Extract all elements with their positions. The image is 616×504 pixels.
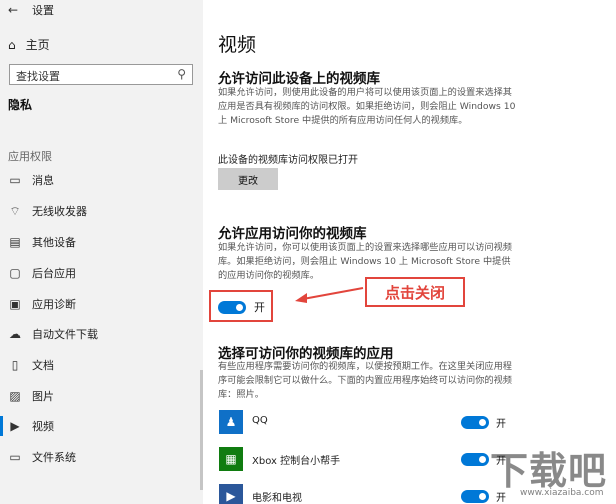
- window-title-bar: ← 设置: [8, 2, 54, 18]
- toggle-state-label: 开: [496, 419, 506, 430]
- app-toggle[interactable]: 开: [461, 415, 506, 430]
- sidebar-item-label: 图片: [32, 390, 54, 403]
- home-nav-item[interactable]: ⌂ 主页: [8, 36, 50, 53]
- main-content: 视频 允许访问此设备上的视频库 如果允许访问，则使用此设备的用户将可以使用该页面…: [203, 0, 616, 504]
- sidebar-item-videos[interactable]: ▶ 视频: [0, 416, 54, 436]
- device-access-description: 如果允许访问，则使用此设备的用户将可以使用该页面上的设置来选择其应用是否具有视频…: [218, 87, 516, 127]
- annotation-callout: 点击关闭: [365, 277, 465, 307]
- choose-apps-heading: 选择可访问你的视频库的应用: [218, 346, 394, 362]
- sidebar-item-label: 文档: [32, 359, 54, 372]
- section-label: 应用权限: [8, 150, 52, 163]
- diagnostics-icon: ▣: [9, 297, 21, 311]
- search-icon[interactable]: ⚲: [177, 67, 186, 81]
- window-title: 设置: [32, 4, 54, 17]
- cloud-download-icon: ☁: [9, 327, 21, 341]
- sidebar-item-label: 自动文件下载: [32, 328, 98, 341]
- list-item: ♟ QQ 开: [218, 410, 548, 436]
- video-icon: ▶: [10, 419, 20, 433]
- toggle-switch[interactable]: [218, 300, 246, 314]
- annotation-arrow-icon: [295, 287, 364, 303]
- file-system-icon: ▭: [9, 450, 21, 464]
- sidebar-item-label: 其他设备: [32, 236, 76, 249]
- page-title: 视频: [218, 34, 257, 56]
- sidebar-item-other-devices[interactable]: ▤ 其他设备: [8, 232, 76, 252]
- toggle-state-label: 开: [254, 301, 265, 314]
- sidebar-item-label: 应用诊断: [32, 298, 76, 311]
- sidebar-item-documents[interactable]: ▯ 文档: [8, 355, 54, 375]
- device-access-status: 此设备的视频库访问权限已打开: [218, 155, 358, 166]
- toggle-switch[interactable]: [461, 453, 489, 466]
- devices-icon: ▤: [9, 235, 21, 249]
- xbox-icon: ▦: [219, 447, 243, 471]
- app-access-heading: 允许应用访问你的视频库: [218, 226, 367, 242]
- message-icon: ▭: [9, 173, 21, 187]
- watermark-url: www.xiazaiba.com: [520, 488, 604, 498]
- sidebar-item-label: 后台应用: [32, 267, 76, 280]
- sidebar-item-label: 视频: [32, 420, 54, 433]
- sidebar-item-radios[interactable]: ⌔ 无线收发器: [8, 201, 87, 221]
- toggle-switch[interactable]: [461, 416, 489, 429]
- change-button[interactable]: 更改: [218, 168, 278, 190]
- sidebar-item-label: 消息: [32, 174, 54, 187]
- app-name: QQ: [252, 415, 268, 426]
- home-icon: ⌂: [8, 37, 16, 52]
- background-apps-icon: ▢: [9, 266, 21, 280]
- choose-apps-description: 有些应用程序需要访问你的视频库，以便按预期工作。在这里关闭应用程序可能会限制它可…: [218, 361, 512, 401]
- category-title: 隐私: [8, 98, 33, 112]
- toggle-switch[interactable]: [461, 490, 489, 503]
- search-input[interactable]: 查找设置 ⚲: [9, 64, 193, 85]
- radio-icon: ⌔: [9, 203, 21, 218]
- sidebar-item-label: 无线收发器: [32, 205, 87, 218]
- sidebar-item-app-diagnostics[interactable]: ▣ 应用诊断: [8, 294, 76, 314]
- home-label: 主页: [25, 38, 50, 52]
- app-name: 电影和电视: [252, 493, 302, 504]
- app-name: Xbox 控制台小帮手: [252, 456, 341, 467]
- picture-icon: ▨: [9, 389, 21, 403]
- movie-icon: ▶: [219, 484, 243, 504]
- watermark: 下载吧: [490, 449, 608, 493]
- sidebar-item-auto-download[interactable]: ☁ 自动文件下载: [8, 324, 98, 344]
- sidebar: ← 设置 ⌂ 主页 查找设置 ⚲ 隐私 应用权限 ▭ 消息 ⌔ 无线收发器 ▤ …: [0, 0, 203, 504]
- app-access-toggle[interactable]: 开: [218, 299, 265, 315]
- back-arrow-icon[interactable]: ←: [8, 3, 26, 17]
- document-icon: ▯: [11, 358, 19, 372]
- search-placeholder: 查找设置: [16, 70, 60, 83]
- sidebar-item-file-system[interactable]: ▭ 文件系统: [8, 447, 76, 467]
- sidebar-item-pictures[interactable]: ▨ 图片: [8, 386, 54, 406]
- sidebar-item-label: 文件系统: [32, 451, 76, 464]
- sidebar-item-messages[interactable]: ▭ 消息: [8, 170, 54, 190]
- sidebar-item-background-apps[interactable]: ▢ 后台应用: [8, 263, 76, 283]
- device-access-heading: 允许访问此设备上的视频库: [218, 71, 380, 87]
- qq-icon: ♟: [219, 410, 243, 434]
